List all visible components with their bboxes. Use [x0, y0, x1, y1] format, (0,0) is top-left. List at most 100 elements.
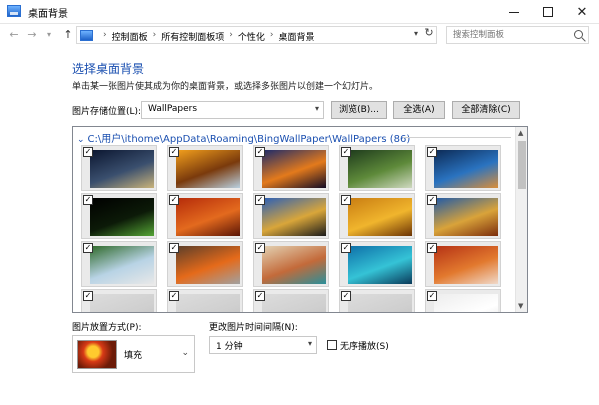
wallpaper-thumbnail[interactable]: ✓ [339, 241, 415, 287]
main-content: 选择桌面背景 单击某一张图片使其成为你的桌面背景，或选择多张图片以创建一个幻灯片… [0, 46, 599, 405]
interval-label: 更改图片时间间隔(N): [209, 323, 298, 333]
wallpaper-image [90, 246, 154, 284]
position-label: 图片放置方式(P): [72, 323, 142, 333]
wallpaper-checkbox[interactable]: ✓ [169, 291, 179, 301]
wallpaper-thumbnail[interactable]: ✓ [81, 145, 157, 191]
wallpaper-image [262, 198, 326, 236]
wallpaper-checkbox[interactable]: ✓ [169, 147, 179, 157]
wallpaper-image [90, 198, 154, 236]
wallpaper-thumbnail[interactable]: ✓ [167, 241, 243, 287]
vertical-scrollbar[interactable]: ▲ ▼ [515, 127, 527, 312]
wallpaper-checkbox[interactable]: ✓ [341, 243, 351, 253]
breadcrumb-separator: › [269, 30, 274, 40]
up-arrow-icon[interactable]: ↑ [60, 27, 76, 43]
wallpaper-thumbnail[interactable]: ✓ [81, 193, 157, 239]
wallpaper-checkbox[interactable]: ✓ [255, 243, 265, 253]
wallpaper-checkbox[interactable]: ✓ [427, 195, 437, 205]
wallpaper-checkbox[interactable]: ✓ [83, 147, 93, 157]
wallpaper-thumbnail[interactable]: ✓ [339, 193, 415, 239]
wallpaper-thumbnail[interactable]: ✓ [81, 289, 157, 312]
wallpaper-checkbox[interactable]: ✓ [255, 147, 265, 157]
clear-all-button[interactable]: 全部清除(C) [452, 101, 520, 119]
wallpaper-checkbox[interactable]: ✓ [169, 195, 179, 205]
interval-select[interactable]: 1 分钟 ▾ [209, 336, 317, 354]
wallpaper-checkbox[interactable]: ✓ [255, 195, 265, 205]
maximize-button[interactable] [531, 0, 565, 24]
wallpaper-checkbox[interactable]: ✓ [341, 147, 351, 157]
folder-group-header[interactable]: ⌄ C:\用户\ithome\AppData\Roaming\BingWallPa… [77, 130, 410, 145]
wallpaper-checkbox[interactable]: ✓ [341, 291, 351, 301]
wallpaper-gallery[interactable]: ⌄ C:\用户\ithome\AppData\Roaming\BingWallPa… [72, 126, 528, 313]
breadcrumb-item[interactable]: 个性化 [238, 30, 265, 43]
wallpaper-thumbnail[interactable]: ✓ [339, 145, 415, 191]
location-select[interactable]: WallPapers ▾ [141, 101, 324, 119]
wallpaper-thumbnail[interactable]: ✓ [425, 193, 501, 239]
wallpaper-thumbnail[interactable]: ✓ [425, 289, 501, 312]
title-bar: 桌面背景 ✕ [0, 0, 599, 24]
wallpaper-checkbox[interactable]: ✓ [83, 243, 93, 253]
wallpaper-thumbnail[interactable]: ✓ [81, 241, 157, 287]
page-title: 选择桌面背景 [72, 62, 145, 76]
refresh-icon[interactable]: ↻ [421, 26, 437, 40]
wallpaper-image [90, 150, 154, 188]
wallpaper-image [348, 246, 412, 284]
shuffle-label[interactable]: 无序播放(S) [340, 339, 389, 352]
wallpaper-checkbox[interactable]: ✓ [83, 291, 93, 301]
wallpaper-thumbnail[interactable]: ✓ [167, 145, 243, 191]
window-title: 桌面背景 [28, 9, 68, 20]
wallpaper-checkbox[interactable]: ✓ [427, 243, 437, 253]
wallpaper-thumbnail[interactable]: ✓ [167, 289, 243, 312]
wallpaper-image [262, 294, 326, 312]
search-input[interactable] [447, 27, 567, 43]
wallpaper-image [90, 294, 154, 312]
breadcrumb: › 控制面板 › 所有控制面板项 › 个性化 › 桌面背景 [98, 30, 315, 43]
position-preview-image [77, 340, 117, 369]
back-arrow-icon[interactable]: ← [6, 27, 22, 43]
wallpaper-checkbox[interactable]: ✓ [341, 195, 351, 205]
select-all-button[interactable]: 全选(A) [393, 101, 445, 119]
wallpaper-checkbox[interactable]: ✓ [427, 291, 437, 301]
wallpaper-thumbnail[interactable]: ✓ [425, 241, 501, 287]
wallpaper-image [434, 246, 498, 284]
control-panel-icon [80, 30, 93, 41]
wallpaper-checkbox[interactable]: ✓ [83, 195, 93, 205]
close-button[interactable]: ✕ [565, 0, 599, 24]
folder-path: C:\用户\ithome\AppData\Roaming\BingWallPap… [87, 134, 411, 145]
wallpaper-thumbnail[interactable]: ✓ [253, 289, 329, 312]
location-label: 图片存储位置(L): [72, 107, 142, 117]
group-divider [403, 137, 511, 138]
breadcrumb-item[interactable]: 控制面板 [112, 30, 148, 43]
breadcrumb-item[interactable]: 桌面背景 [278, 30, 314, 43]
wallpaper-thumbnail[interactable]: ✓ [425, 145, 501, 191]
breadcrumb-separator: › [103, 30, 107, 40]
scroll-up-icon[interactable]: ▲ [518, 129, 523, 137]
wallpaper-thumbnail[interactable]: ✓ [339, 289, 415, 312]
chevron-down-icon: ▾ [314, 104, 319, 113]
wallpaper-image [348, 150, 412, 188]
scroll-down-icon[interactable]: ▼ [518, 302, 523, 310]
browse-button[interactable]: 浏览(B)... [331, 101, 387, 119]
address-dropdown-icon[interactable]: ▾ [414, 29, 418, 38]
wallpaper-thumbnail[interactable]: ✓ [253, 145, 329, 191]
position-select[interactable]: 填充 ⌄ [72, 335, 195, 373]
search-box[interactable] [446, 26, 589, 44]
search-icon[interactable] [574, 30, 583, 39]
wallpaper-image [176, 294, 240, 312]
scrollbar-thumb[interactable] [518, 141, 526, 189]
wallpaper-thumbnail[interactable]: ✓ [253, 241, 329, 287]
minimize-button[interactable] [497, 0, 531, 24]
wallpaper-thumbnail[interactable]: ✓ [253, 193, 329, 239]
breadcrumb-item[interactable]: 所有控制面板项 [161, 30, 224, 43]
history-chevron-icon[interactable]: ▾ [41, 27, 57, 43]
wallpaper-thumbnail[interactable]: ✓ [167, 193, 243, 239]
wallpaper-image [434, 198, 498, 236]
location-value: WallPapers [148, 104, 198, 114]
wallpaper-checkbox[interactable]: ✓ [427, 147, 437, 157]
chevron-down-icon: ⌄ [181, 348, 189, 358]
forward-arrow-icon[interactable]: → [24, 27, 40, 43]
wallpaper-checkbox[interactable]: ✓ [255, 291, 265, 301]
wallpaper-checkbox[interactable]: ✓ [169, 243, 179, 253]
shuffle-checkbox[interactable] [327, 340, 337, 350]
control-panel-icon [7, 5, 21, 17]
address-bar[interactable]: › 控制面板 › 所有控制面板项 › 个性化 › 桌面背景 ▾ [76, 26, 437, 44]
